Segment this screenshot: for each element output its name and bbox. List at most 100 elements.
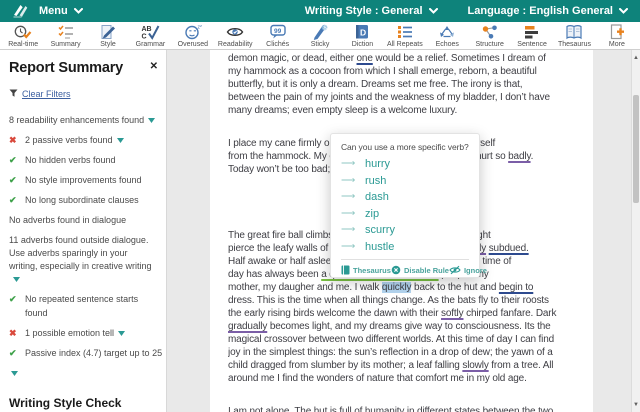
underlined-text[interactable]: begin to — [499, 282, 533, 293]
language-label: Language : English General — [468, 5, 613, 17]
tab-all-repeats[interactable]: All Repeats — [384, 23, 426, 49]
tab-label: All Repeats — [387, 40, 423, 49]
underlined-text[interactable]: softly — [441, 308, 463, 319]
x-icon: ✖ — [9, 134, 25, 146]
suggestion-label: dash — [365, 191, 389, 203]
header-bar: Menu Writing Style : General Language : … — [0, 0, 640, 22]
scrollbar-thumb[interactable] — [633, 95, 639, 203]
menu-button[interactable]: Menu — [39, 5, 83, 17]
summary-icon — [56, 24, 76, 40]
sentence-icon — [522, 24, 542, 40]
underlined-text[interactable]: slowly — [462, 360, 488, 371]
tab-echoes[interactable]: Echoes — [426, 23, 468, 49]
summary-item-text: Passive index (4.7) target up to 25 — [25, 347, 162, 360]
check-icon: ✔ — [9, 154, 25, 166]
chevron-down-icon[interactable] — [148, 114, 155, 127]
scroll-up-arrow[interactable]: ▲ — [632, 53, 640, 63]
underlined-text[interactable]: badly — [508, 151, 530, 162]
summary-item[interactable]: ✖2 passive verbs found — [9, 134, 158, 147]
app-logo-icon — [12, 4, 29, 18]
chevron-down-icon — [74, 8, 83, 14]
tab-style[interactable]: Style — [87, 23, 129, 49]
chevron-down-icon[interactable] — [9, 363, 158, 381]
chevron-down-icon[interactable] — [118, 327, 125, 340]
tab-sticky[interactable]: SSticky — [299, 23, 341, 49]
chevron-down-icon[interactable] — [13, 273, 20, 286]
tab-label: Real-time — [8, 40, 38, 49]
suggestion-zip[interactable]: ⟶zip — [341, 206, 469, 223]
svg-text:z: z — [200, 24, 202, 28]
tab-clich-s[interactable]: 99Clichés — [256, 23, 298, 49]
summary-item[interactable]: ✔No long subordinate clauses — [9, 194, 158, 207]
summary-item-text: No long subordinate clauses — [25, 194, 139, 207]
summary-item[interactable]: 11 adverbs found outside dialogue. Use a… — [9, 234, 158, 286]
text-segment: butterfly, but it is only a dream. Dream… — [228, 79, 522, 90]
document-line: around me I find the wonders of nature t… — [228, 372, 575, 385]
summary-item[interactable]: ✔No style improvements found — [9, 174, 158, 187]
ignore-icon — [449, 265, 461, 275]
tab-thesaurus[interactable]: Thesaurus — [553, 23, 595, 49]
summary-item[interactable]: 8 readability enhancements found — [9, 114, 158, 127]
tab-label: Diction — [352, 40, 373, 49]
tab-sentence[interactable]: Sentence — [511, 23, 553, 49]
scroll-down-arrow[interactable]: ▼ — [632, 400, 640, 410]
check-icon: ✔ — [9, 174, 25, 186]
grammar-icon: ABC — [140, 24, 160, 40]
tab-label: Summary — [51, 40, 81, 49]
ignore-button[interactable]: Ignore — [449, 265, 487, 275]
document-line: mother, my daugher and me. I walk quickl… — [228, 281, 575, 294]
action-label: Ignore — [464, 266, 487, 275]
suggestion-hustle[interactable]: ⟶hustle — [341, 239, 469, 256]
thesaurus-small-icon — [341, 265, 350, 275]
underlined-text[interactable]: gradually — [228, 321, 267, 332]
readability-icon — [225, 24, 245, 40]
highlighted-word[interactable]: quickly — [382, 282, 412, 293]
clear-filters-button[interactable]: Clear Filters — [9, 85, 158, 103]
writing-style-dropdown[interactable]: Writing Style : General — [305, 5, 438, 17]
document-line: child dragged from slumber by its mother… — [228, 359, 575, 372]
language-dropdown[interactable]: Language : English General — [468, 5, 628, 17]
suggestion-hurry[interactable]: ⟶hurry — [341, 156, 469, 173]
document-line: joy in the simplest things: the sun’s re… — [228, 346, 575, 359]
tab-summary[interactable]: Summary — [44, 23, 86, 49]
document-line: between the pain of my joints and the we… — [228, 91, 575, 104]
underlined-text[interactable]: subdued. — [489, 243, 529, 254]
text-segment: . — [531, 151, 534, 162]
tab-structure[interactable]: Structure — [468, 23, 510, 49]
thesaurus-icon — [564, 24, 584, 40]
suggestion-rush[interactable]: ⟶rush — [341, 173, 469, 190]
vertical-scrollbar[interactable]: ▲ ▼ — [631, 50, 640, 412]
disable-rule-button[interactable]: Disable Rule — [391, 265, 449, 275]
summary-item-text: 1 possible emotion tell — [25, 327, 125, 340]
text-segment: between the pain of my joints and the we… — [228, 92, 550, 103]
tab-more[interactable]: More — [596, 23, 638, 49]
clear-filters-link[interactable]: Clear Filters — [22, 89, 71, 99]
svg-text:S: S — [323, 25, 327, 31]
tab-real-time[interactable]: Real-time — [2, 23, 44, 49]
underlined-text[interactable]: one — [357, 53, 373, 64]
text-segment: the early rising birds welcome the dawn … — [228, 308, 441, 319]
summary-item[interactable]: ✔No hidden verbs found — [9, 154, 158, 167]
chevron-down-icon[interactable] — [117, 134, 124, 147]
summary-item[interactable]: No adverbs found in dialogue — [9, 214, 158, 227]
suggestion-label: scurry — [365, 224, 395, 236]
tab-diction[interactable]: DDiction — [341, 23, 383, 49]
action-label: Disable Rule — [404, 266, 449, 275]
report-summary-panel: Report Summary ✕ Clear Filters 8 readabi… — [0, 50, 167, 412]
svg-text:99: 99 — [274, 28, 282, 35]
tab-label: Structure — [475, 40, 503, 49]
suggestion-scurry[interactable]: ⟶scurry — [341, 222, 469, 239]
summary-item[interactable]: ✖1 possible emotion tell — [9, 327, 158, 340]
summary-item[interactable]: ✔No repeated sentence starts found — [9, 293, 158, 319]
popup-title: Can you use a more specific verb? — [341, 142, 469, 152]
disable-rule-icon — [391, 265, 401, 275]
suggestion-dash[interactable]: ⟶dash — [341, 189, 469, 206]
tab-readability[interactable]: Readability — [214, 23, 256, 49]
thesaurus-button[interactable]: Thesaurus — [341, 265, 391, 275]
summary-item[interactable]: ✔Passive index (4.7) target up to 25 — [9, 347, 158, 360]
tab-overused[interactable]: zzOverused — [172, 23, 214, 49]
close-button[interactable]: ✕ — [150, 62, 158, 72]
tab-grammar[interactable]: ABCGrammar — [129, 23, 171, 49]
x-icon: ✖ — [9, 327, 25, 339]
action-label: Thesaurus — [353, 266, 391, 275]
